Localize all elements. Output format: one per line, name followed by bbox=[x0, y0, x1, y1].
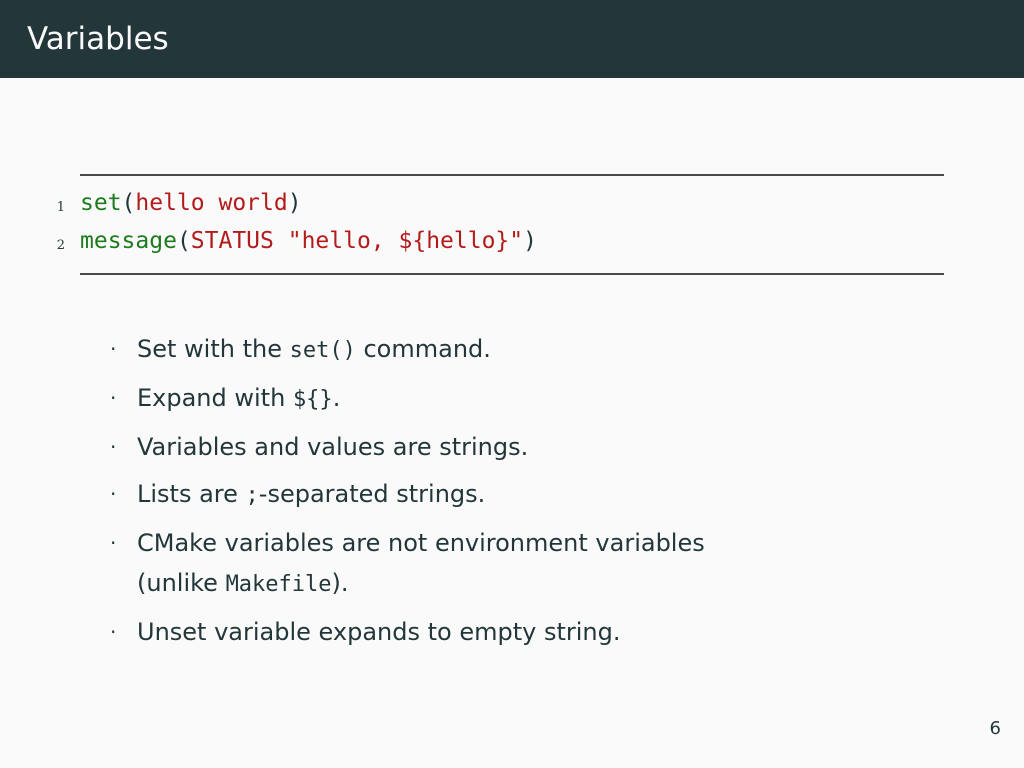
code-arguments: hello world bbox=[135, 190, 288, 216]
bullet-icon: · bbox=[110, 482, 117, 506]
bullet-list: · Set with the set() command. · Expand w… bbox=[110, 329, 870, 659]
bullet-text: command. bbox=[355, 335, 491, 363]
code-paren: ( bbox=[176, 228, 191, 254]
list-item: · Expand with ${}. bbox=[110, 378, 870, 420]
list-item: · Variables and values are strings. bbox=[110, 427, 870, 467]
bullet-text: Set with the bbox=[137, 335, 290, 363]
list-item: · Set with the set() command. bbox=[110, 329, 870, 371]
bullet-icon: · bbox=[110, 386, 117, 410]
code-arguments: STATUS "hello, ${hello}" bbox=[190, 228, 524, 254]
list-item: · CMake variables are not environment va… bbox=[110, 523, 870, 605]
list-item: · Unset variable expands to empty string… bbox=[110, 612, 870, 652]
inline-code: Makefile bbox=[225, 572, 332, 597]
bullet-icon: · bbox=[110, 435, 117, 459]
line-number: 1 bbox=[56, 200, 65, 215]
page-number: 6 bbox=[989, 718, 1001, 739]
bullet-text: (unlike bbox=[137, 569, 226, 597]
list-item: · Lists are ;-separated strings. bbox=[110, 474, 870, 516]
line-number: 2 bbox=[56, 238, 65, 253]
inline-code: ; bbox=[245, 483, 259, 508]
code-block-top-rule bbox=[80, 174, 944, 176]
code-paren: ( bbox=[121, 190, 136, 216]
code-paren: ) bbox=[287, 190, 302, 216]
inline-code: set() bbox=[289, 338, 356, 363]
bullet-text: CMake variables are not environment vari… bbox=[137, 529, 705, 557]
code-paren: ) bbox=[523, 228, 537, 254]
bullet-icon: · bbox=[110, 531, 117, 555]
bullet-text: Unset variable expands to empty string. bbox=[137, 618, 621, 646]
bullet-text: Variables and values are strings. bbox=[137, 433, 529, 461]
bullet-text: -separated strings. bbox=[258, 480, 486, 508]
bullet-text: Expand with bbox=[137, 384, 293, 412]
inline-code: ${} bbox=[292, 387, 333, 412]
code-block-bottom-rule bbox=[80, 273, 944, 275]
slide-header: Variables bbox=[0, 0, 1024, 78]
bullet-icon: · bbox=[110, 337, 117, 361]
bullet-text: Lists are bbox=[137, 480, 246, 508]
code-line: set(hello world) bbox=[80, 186, 302, 220]
code-line: message(STATUS "hello, ${hello}") bbox=[80, 224, 537, 258]
bullet-text: . bbox=[332, 384, 341, 412]
bullet-text: ). bbox=[331, 569, 349, 597]
code-function: set bbox=[80, 190, 122, 216]
code-function: message bbox=[80, 228, 177, 254]
slide-title: Variables bbox=[27, 21, 169, 57]
bullet-icon: · bbox=[110, 620, 117, 644]
